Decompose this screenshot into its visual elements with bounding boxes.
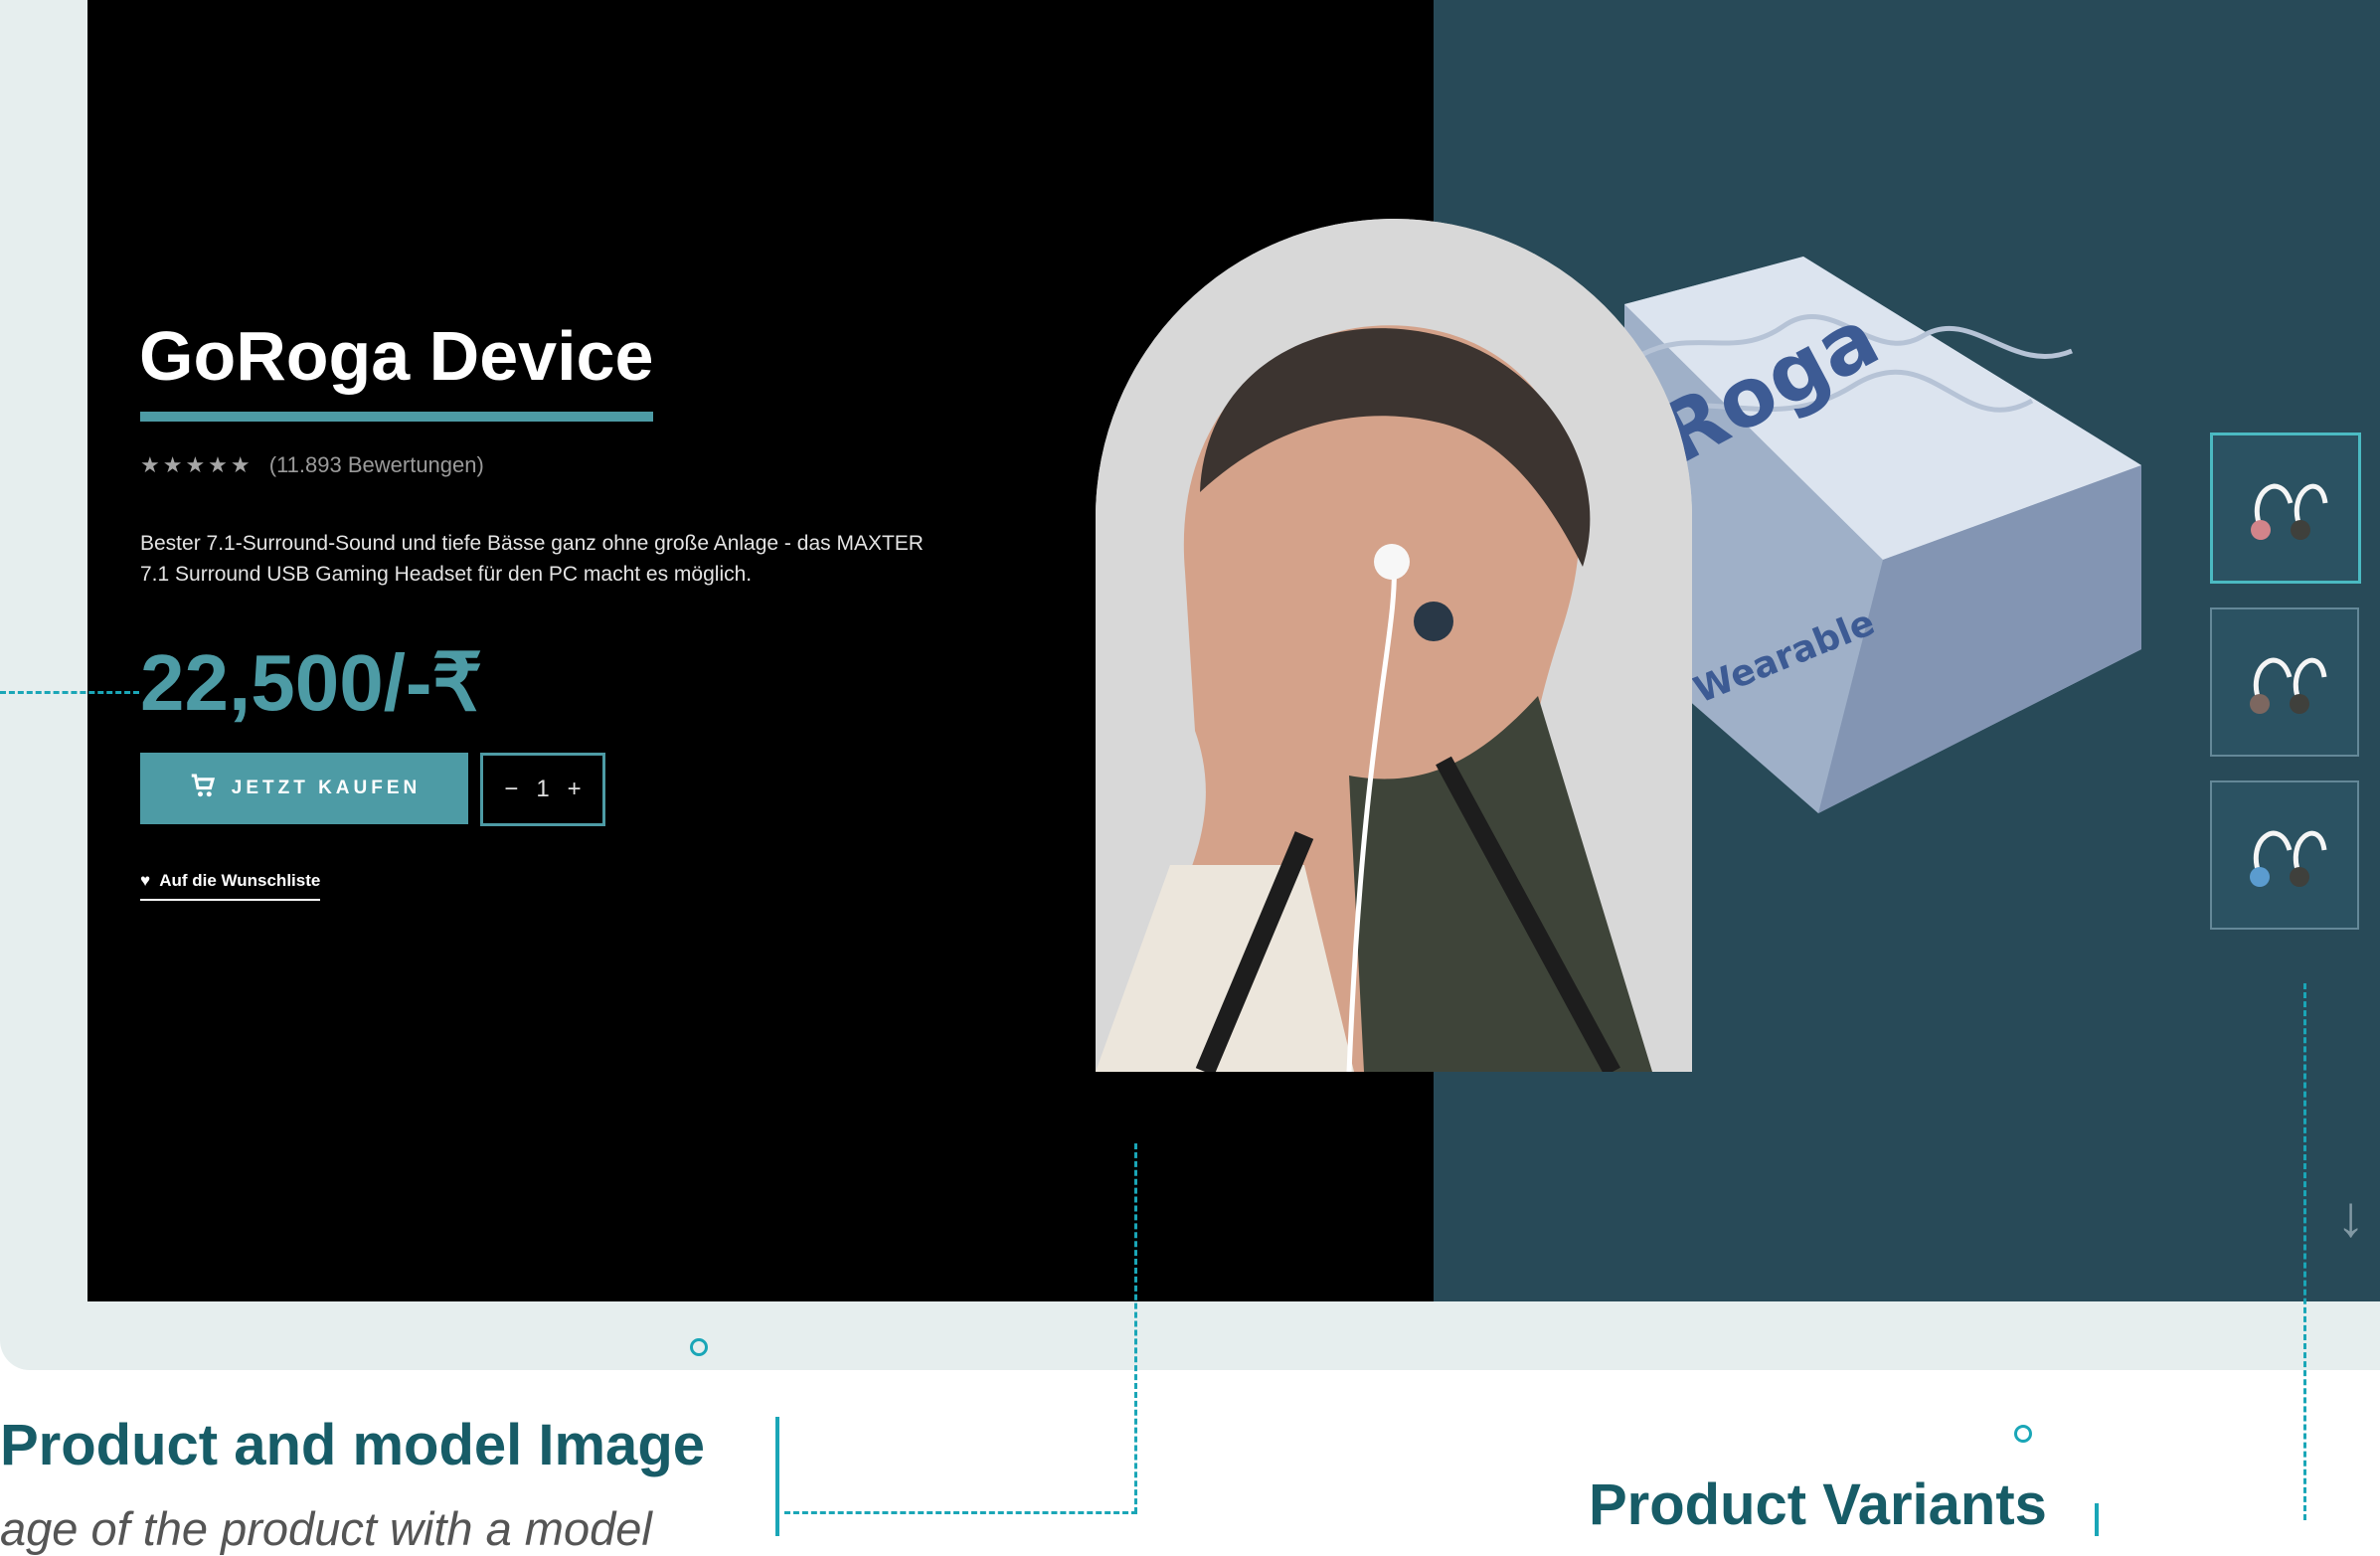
product-price: 22,500/-₹ — [140, 638, 483, 727]
title-underline — [140, 412, 653, 422]
wishlist-link[interactable]: ♥ Auf die Wunschliste — [140, 871, 321, 901]
model-image-guide-line — [1134, 1143, 1137, 1513]
model-image — [1096, 219, 1692, 1072]
wishlist-label: Auf die Wunschliste — [159, 871, 321, 890]
annotation-dot — [690, 1338, 708, 1356]
buy-now-label: JETZT KAUFEN — [231, 778, 422, 798]
down-arrow-icon[interactable]: ↓ — [2336, 1183, 2365, 1250]
quantity-stepper[interactable]: − 1 + — [480, 753, 605, 826]
annotation-separator — [775, 1417, 779, 1536]
product-hero: GoRoga Device ★★★★★ (11.893 Bewertungen)… — [87, 0, 2380, 1301]
variant-thumbnail-brown[interactable] — [2210, 607, 2359, 757]
variants-annotation-title: Product Variants — [1589, 1472, 2047, 1537]
variant-thumbnail-blue[interactable] — [2210, 780, 2359, 930]
model-image-guide-line — [784, 1511, 1137, 1514]
product-rating: ★★★★★ (11.893 Bewertungen) — [140, 452, 484, 478]
product-image-annotation-subtitle: age of the product with a model — [0, 1502, 652, 1555]
heart-icon: ♥ — [140, 871, 151, 890]
rating-stars: ★★★★★ — [140, 452, 254, 477]
cart-icon — [188, 771, 218, 806]
variants-guide-line — [2303, 983, 2306, 1520]
product-title: GoRoga Device — [139, 317, 654, 395]
browser-frame: GoRoga Device ★★★★★ (11.893 Bewertungen)… — [0, 0, 2380, 1370]
variant-thumbnail-rose[interactable] — [2210, 432, 2361, 584]
quantity-value: 1 — [536, 776, 550, 802]
product-box-image: Roga ss Wearable — [1624, 257, 2151, 813]
buy-now-button[interactable]: JETZT KAUFEN — [140, 753, 468, 824]
price-guide-line — [0, 691, 139, 694]
quantity-minus-button[interactable]: − — [504, 776, 518, 803]
product-image-annotation-title: Product and model Image — [0, 1413, 705, 1477]
product-variants — [2210, 432, 2361, 953]
rating-count: (11.893 Bewertungen) — [268, 452, 484, 477]
annotation-dot — [2014, 1425, 2032, 1443]
annotation-separator — [2095, 1503, 2099, 1536]
product-description: Bester 7.1-Surround-Sound und tiefe Bäss… — [140, 532, 924, 586]
quantity-plus-button[interactable]: + — [568, 776, 582, 803]
